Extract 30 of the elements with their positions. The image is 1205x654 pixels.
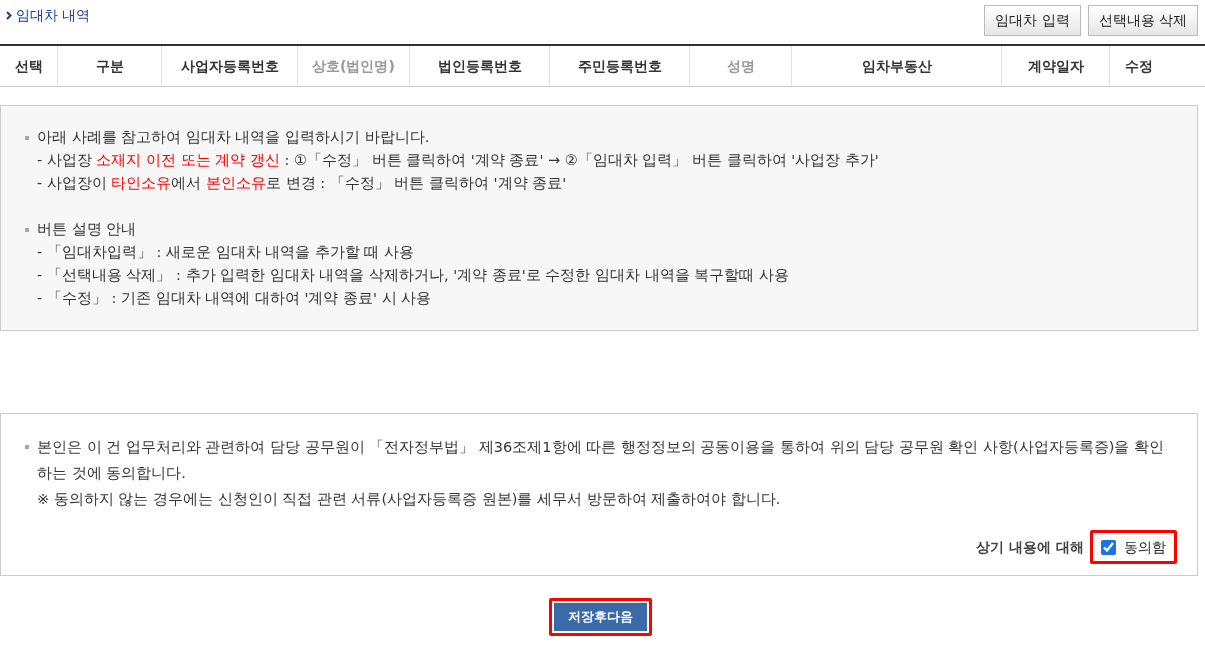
column-header: 계약일자 (1002, 46, 1110, 86)
column-header: 주민등록번호 (550, 46, 690, 86)
consent-prompt: 상기 내용에 대해 (976, 538, 1084, 557)
guide-line: - 「수정」 : 기존 임대차 내역에 대하여 '계약 종료' 시 사용 (36, 289, 433, 308)
bullet-icon (25, 227, 29, 232)
column-header: 구분 (58, 46, 162, 86)
column-header: 상호(법인명) (298, 46, 410, 86)
guide-heading: 아래 사례를 참고하여 임대차 내역을 입력하시기 바랍니다. (37, 128, 430, 147)
save-next-button[interactable]: 저장후다음 (554, 603, 647, 631)
bullet-icon (25, 445, 29, 449)
column-header: 법인등록번호 (410, 46, 550, 86)
section-title: 임대차 내역 (16, 6, 91, 25)
column-header: 성명 (690, 46, 792, 86)
column-header: 임차부동산 (792, 46, 1002, 86)
chevron-icon (6, 11, 12, 20)
guide-line: - 「선택내용 삭제」 : 추가 입력한 임대차 내역을 삭제하거나, '계약 종료'로 수정한 임대차 내역을 복구할때 사용 (36, 266, 790, 285)
guide-line: - 사업장이 타인소유에서 본인소유로 변경 : 「수정」 버튼 클릭하여 '계약 종료' (36, 174, 568, 193)
guide-line: - 사업장 소재지 이전 또는 계약 갱신 : ①「수정」 버튼 클릭하여 '계약 종료' → ②「임대차 입력」 버튼 클릭하여 '사업장 추가' (36, 151, 880, 170)
bullet-icon (25, 135, 29, 140)
toolbar-button[interactable]: 임대차 입력 (984, 5, 1081, 36)
agree-label[interactable]: 동의함 (1124, 534, 1166, 560)
agree-checkbox[interactable] (1101, 539, 1116, 555)
consent-statement: 본인은 이 건 업무처리와 관련하여 담당 공무원이 「전자정부법」 제36조제1항에 따른 행정정보의 공동이용을 통하여 위의 담당 공무원 확인 사항(사업자등록증)을 확인하는 것에 동의합니다. (37, 438, 1165, 483)
consent-note: ※ 동의하지 않는 경우에는 신청인이 직접 관련 서류(사업자등록증 원본)를 세무서 방문하여 제출하여야 합니다. (36, 490, 782, 509)
column-header: 수정 (1124, 56, 1154, 76)
guide-heading: 버튼 설명 안내 (37, 220, 137, 239)
column-header: 사업자등록번호 (162, 46, 298, 86)
column-header: 선택 (0, 46, 58, 86)
toolbar-button[interactable]: 선택내용 삭제 (1087, 5, 1198, 36)
guide-line: - 「임대차입력」 : 새로운 임대차 내역을 추가할 때 사용 (36, 243, 415, 262)
